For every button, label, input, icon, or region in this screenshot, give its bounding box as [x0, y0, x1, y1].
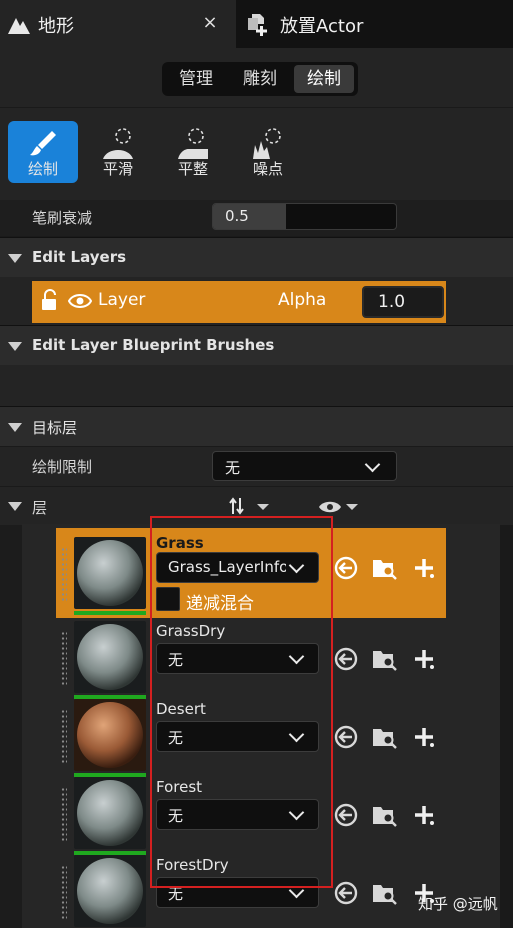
drag-handle-icon[interactable] [61, 865, 67, 919]
alpha-value: 1.0 [378, 292, 406, 312]
layers-label: 层 [32, 499, 48, 517]
drag-handle-icon[interactable] [61, 709, 67, 763]
edit-layers-header[interactable]: Edit Layers [0, 237, 513, 277]
add-layer-info-icon[interactable] [411, 646, 437, 672]
watermark: 知乎 @远帆 [418, 895, 498, 913]
paint-limit-label: 绘制限制 [32, 458, 93, 476]
smooth-icon [103, 128, 133, 159]
indent-gutter [0, 525, 22, 928]
material-sphere-icon [74, 537, 146, 609]
tool-flatten-button[interactable]: 平整 [158, 121, 228, 183]
material-sphere-icon [74, 699, 146, 771]
use-selected-asset-icon[interactable] [333, 802, 359, 828]
edit-layer-row[interactable]: Layer Alpha 1.0 [32, 281, 446, 323]
material-sphere-icon [74, 855, 146, 927]
drag-handle-icon[interactable] [61, 547, 67, 601]
add-layer-info-icon[interactable] [411, 724, 437, 750]
layer-thumbnail [74, 537, 146, 609]
use-selected-asset-icon[interactable] [333, 555, 359, 581]
brush-icon [30, 131, 56, 156]
layer-thumbnail [74, 699, 146, 771]
alpha-label: Alpha [278, 290, 327, 310]
noise-icon [253, 128, 281, 159]
alpha-input[interactable]: 1.0 [362, 286, 444, 318]
tool-label: 绘制 [27, 160, 58, 178]
unlock-icon[interactable] [40, 289, 60, 311]
landscape-icon [8, 18, 30, 34]
caret-down-icon [8, 502, 22, 511]
layer-thumbnail [74, 777, 146, 849]
browse-asset-icon[interactable] [371, 646, 397, 672]
eye-icon[interactable] [68, 292, 92, 310]
section-title: Edit Layers [32, 248, 127, 266]
caret-down-icon [8, 423, 22, 432]
brush-falloff-slider[interactable]: 0.5 [212, 203, 397, 230]
chevron-down-icon [364, 456, 381, 473]
drag-handle-icon[interactable] [61, 787, 67, 841]
tool-label: 平整 [177, 160, 208, 178]
layer-thumbnail [74, 621, 146, 693]
use-selected-asset-icon[interactable] [333, 646, 359, 672]
visibility-filter-icon[interactable] [318, 498, 360, 516]
blueprint-brushes-header[interactable]: Edit Layer Blueprint Brushes [0, 325, 513, 365]
section-title: 目标层 [32, 419, 78, 437]
flatten-icon [178, 128, 208, 159]
material-sphere-icon [74, 621, 146, 693]
browse-asset-icon[interactable] [371, 724, 397, 750]
edit-layer-name: Layer [98, 290, 146, 310]
tool-smooth-button[interactable]: 平滑 [83, 121, 153, 183]
browse-asset-icon[interactable] [371, 802, 397, 828]
tab-landscape[interactable]: 地形 × [0, 0, 236, 48]
tool-label: 噪点 [252, 160, 283, 178]
tab-title: 地形 [38, 16, 74, 37]
tool-noise-button[interactable]: 噪点 [233, 121, 303, 183]
section-title: Edit Layer Blueprint Brushes [32, 336, 275, 354]
tab-title: 放置Actor [280, 16, 364, 37]
add-layer-info-icon[interactable] [411, 555, 437, 581]
layer-thumbnail [74, 855, 146, 927]
dropdown-value: 无 [225, 459, 241, 477]
mode-manage-button[interactable]: 管理 [166, 65, 226, 93]
paint-limit-dropdown[interactable]: 无 [212, 451, 397, 481]
layer-usage-bar [74, 611, 146, 615]
add-layer-info-icon[interactable] [411, 802, 437, 828]
close-icon[interactable]: × [200, 12, 220, 34]
caret-down-icon [8, 254, 22, 263]
mode-paint-button[interactable]: 绘制 [294, 65, 354, 93]
target-layers-header[interactable]: 目标层 [0, 406, 513, 446]
tool-paint-button[interactable]: 绘制 [8, 121, 78, 183]
highlight-box [150, 516, 333, 888]
use-selected-asset-icon[interactable] [333, 724, 359, 750]
place-actor-icon [248, 14, 267, 36]
mode-sculpt-button[interactable]: 雕刻 [230, 65, 290, 93]
material-sphere-icon [74, 777, 146, 849]
blueprint-brushes-body [0, 365, 513, 406]
sort-icon[interactable] [229, 496, 271, 516]
slider-fill [213, 204, 287, 229]
tab-place-actor[interactable]: 放置Actor [236, 0, 513, 48]
brush-falloff-label: 笔刷衰减 [32, 209, 93, 227]
drag-handle-icon[interactable] [61, 631, 67, 685]
tool-label: 平滑 [102, 160, 133, 178]
scrollbar-track[interactable] [500, 525, 513, 928]
browse-asset-icon[interactable] [371, 555, 397, 581]
caret-down-icon [8, 342, 22, 351]
browse-asset-icon[interactable] [371, 880, 397, 906]
brush-falloff-value: 0.5 [225, 207, 249, 225]
use-selected-asset-icon[interactable] [333, 880, 359, 906]
